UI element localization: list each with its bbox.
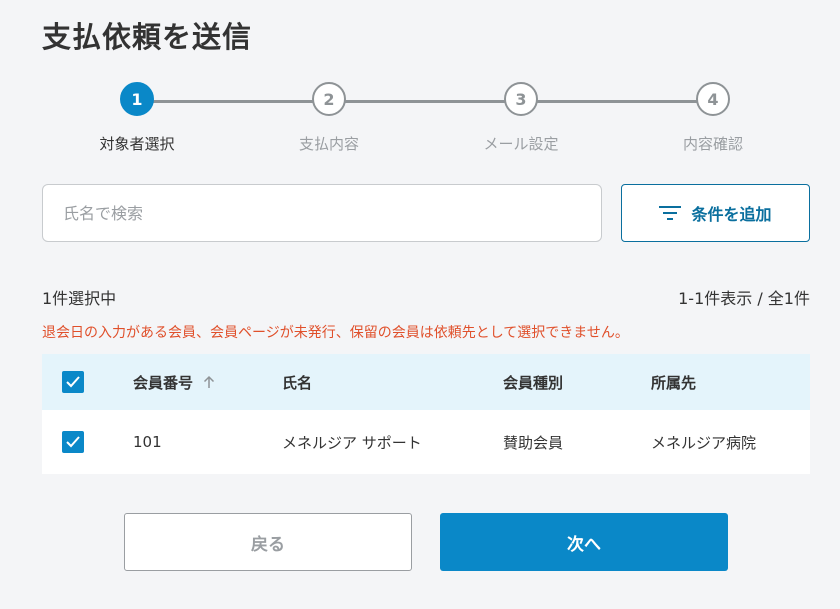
column-label: 会員番号 — [133, 373, 194, 392]
step-1-circle: 1 — [120, 82, 154, 116]
add-condition-button[interactable]: 条件を追加 — [621, 184, 810, 242]
table-header: 会員番号 氏名 会員種別 所属先 — [42, 354, 810, 410]
column-header-name: 氏名 — [282, 373, 313, 392]
add-condition-label: 条件を追加 — [691, 205, 772, 224]
step-4-circle: 4 — [696, 82, 730, 116]
column-header-affiliation: 所属先 — [651, 373, 697, 392]
step-3-label: メール設定 — [483, 135, 559, 153]
warning-message: 退会日の入力がある会員、会員ページが未発行、保留の会員は依頼先として選択できませ… — [42, 325, 629, 341]
step-2-circle: 2 — [312, 82, 346, 116]
search-input[interactable] — [42, 184, 602, 242]
page-title: 支払依頼を送信 — [42, 20, 253, 54]
step-connector — [137, 100, 713, 103]
arrow-up-icon — [203, 375, 215, 389]
member-affiliation: メネルジア病院 — [651, 433, 757, 452]
filter-icon — [659, 204, 682, 222]
table-row[interactable]: 101 メネルジア サポート 賛助会員 メネルジア病院 — [42, 410, 810, 474]
result-range: 1-1件表示 / 全1件 — [678, 289, 810, 308]
back-button[interactable]: 戻る — [124, 513, 412, 571]
step-4-label: 内容確認 — [682, 135, 743, 153]
select-all-checkbox[interactable] — [62, 371, 84, 393]
member-name: メネルジア サポート — [282, 433, 422, 452]
member-table: 会員番号 氏名 会員種別 所属先 101 メネルジア サポート 賛助会員 メネル… — [42, 354, 810, 474]
selected-count: 1件選択中 — [42, 289, 117, 308]
stepper: 1 2 3 4 対象者選択 支払内容 メール設定 内容確認 — [0, 80, 840, 160]
row-checkbox-cell — [62, 410, 84, 474]
column-header-member-number[interactable]: 会員番号 — [133, 354, 215, 410]
check-icon — [66, 436, 80, 448]
column-header-member-type: 会員種別 — [503, 373, 564, 392]
step-1-label: 対象者選択 — [99, 135, 175, 153]
step-2-label: 支払内容 — [298, 135, 359, 153]
page: 支払依頼を送信 1 2 3 4 対象者選択 支払内容 メール設定 内容確認 条件… — [0, 0, 840, 609]
member-number: 101 — [133, 433, 162, 451]
member-type: 賛助会員 — [503, 433, 564, 452]
check-icon — [66, 376, 80, 388]
step-3-circle: 3 — [504, 82, 538, 116]
next-button[interactable]: 次へ — [440, 513, 728, 571]
header-checkbox-cell — [62, 354, 84, 410]
row-checkbox[interactable] — [62, 431, 84, 453]
